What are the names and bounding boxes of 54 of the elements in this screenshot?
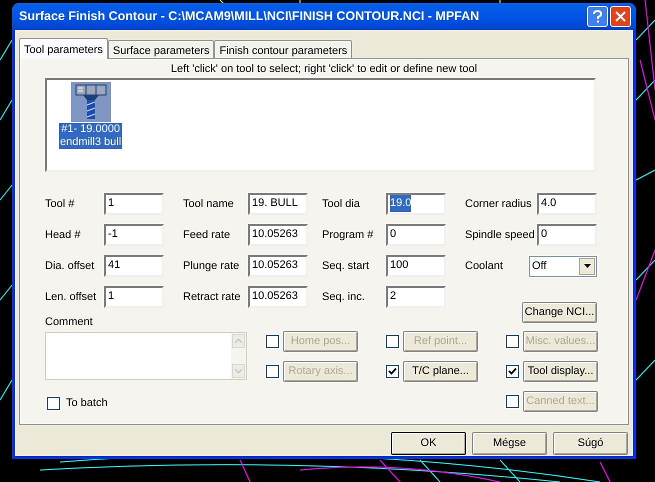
field-label: Program # bbox=[322, 228, 374, 243]
dialog-button[interactable]: Mégse bbox=[472, 432, 547, 455]
field-label: Spindle speed bbox=[465, 228, 536, 243]
checkbox[interactable] bbox=[386, 365, 399, 378]
field-label: Dia. offset bbox=[45, 258, 96, 274]
field-value: 19.0 bbox=[390, 195, 412, 212]
help-button[interactable] bbox=[587, 6, 608, 27]
field-label: Len. offset bbox=[45, 290, 98, 305]
input-field[interactable]: 19. BULL bbox=[248, 193, 308, 215]
input-field[interactable]: 1 bbox=[104, 193, 164, 215]
close-button[interactable] bbox=[610, 6, 631, 27]
input-field[interactable]: 10.05263 bbox=[248, 286, 308, 308]
tool-list-hint: Left 'click' on tool to select; right 'click' to edit or define new tool bbox=[170, 63, 478, 76]
tab[interactable]: Surface parameters bbox=[108, 40, 214, 58]
field-label: Seq. start bbox=[322, 258, 370, 274]
input-field[interactable]: 10.05263 bbox=[248, 224, 308, 246]
option-button[interactable]: T/C plane... bbox=[403, 361, 478, 382]
checkbox[interactable] bbox=[506, 365, 519, 378]
field-label: Retract rate bbox=[183, 290, 242, 305]
field-label: Tool # bbox=[45, 196, 76, 212]
input-field[interactable]: 0 bbox=[386, 224, 446, 246]
field-label: Tool name bbox=[183, 196, 235, 212]
tool-icon bbox=[70, 82, 111, 122]
coolant-dropdown[interactable]: Off bbox=[529, 256, 597, 276]
input-field[interactable]: -1 bbox=[104, 224, 164, 246]
option-button[interactable]: Tool display... bbox=[523, 361, 598, 382]
tool-item[interactable]: #1- 19.0000 endmill3 bull bbox=[59, 82, 122, 170]
checkbox-label: To batch bbox=[66, 396, 108, 411]
input-field[interactable]: 10.05263 bbox=[248, 255, 308, 277]
input-field[interactable]: 2 bbox=[386, 286, 446, 308]
field-label: Tool dia bbox=[322, 196, 361, 212]
field-label: Plunge rate bbox=[183, 258, 240, 274]
field-label: Coolant bbox=[465, 258, 504, 274]
window-title: Surface Finish Contour - C:\MCAM9\MILL\NCI\FINISH CONTOUR.NCI - MPFAN bbox=[19, 8, 480, 26]
input-field[interactable]: 4.0 bbox=[537, 193, 597, 215]
dialog-button[interactable]: OK bbox=[391, 432, 466, 455]
input-field[interactable]: 19.0 bbox=[386, 193, 446, 215]
input-field[interactable]: 41 bbox=[104, 255, 164, 277]
input-field[interactable]: 100 bbox=[386, 255, 446, 277]
input-field[interactable]: 1 bbox=[104, 286, 164, 308]
comment-label: Comment bbox=[45, 316, 94, 329]
checkbox[interactable] bbox=[47, 396, 60, 410]
field-label: Corner radius bbox=[465, 196, 533, 212]
tab[interactable]: Finish contour parameters bbox=[214, 40, 352, 58]
input-field[interactable]: 0 bbox=[537, 224, 597, 246]
change-nci-button[interactable]: Change NCI... bbox=[522, 302, 597, 323]
field-label: Feed rate bbox=[183, 228, 232, 243]
question-mark-icon bbox=[593, 10, 602, 23]
tool-label: #1- 19.0000 endmill3 bull bbox=[59, 123, 122, 149]
dialog-button[interactable]: Súgó bbox=[553, 432, 628, 455]
close-icon bbox=[615, 11, 626, 22]
tab[interactable]: Tool parameters bbox=[19, 38, 108, 59]
field-label: Seq. inc. bbox=[322, 290, 366, 305]
field-label: Head # bbox=[45, 228, 82, 243]
